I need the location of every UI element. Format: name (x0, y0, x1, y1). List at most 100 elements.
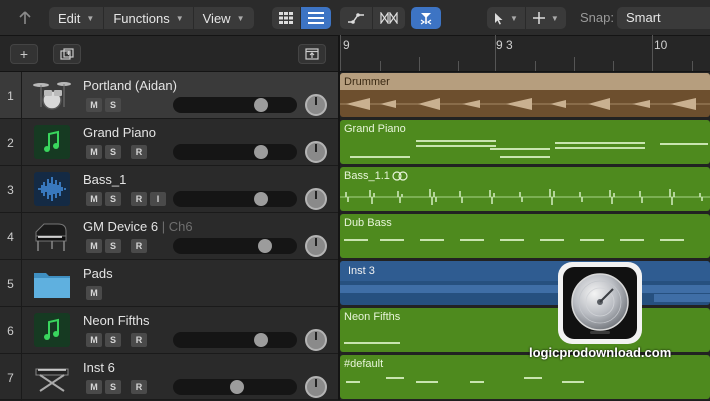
default-region[interactable]: #default (340, 355, 710, 399)
track-name[interactable]: GM Device 6 | Ch6 (83, 219, 193, 234)
fader-knob[interactable] (254, 192, 268, 206)
functions-menu-label: Functions (113, 10, 170, 26)
solo-button[interactable]: S (105, 239, 121, 253)
track-number: 1 (0, 72, 22, 119)
solo-button[interactable]: S (105, 333, 121, 347)
list-view-icon[interactable] (301, 7, 331, 29)
fader-knob[interactable] (258, 239, 272, 253)
functions-menu[interactable]: Functions ▼ (104, 7, 194, 29)
fader-knob[interactable] (254, 145, 268, 159)
solo-button[interactable]: S (105, 192, 121, 206)
record-button[interactable]: R (131, 239, 147, 253)
record-button[interactable]: R (131, 192, 147, 206)
track-row[interactable]: 7 Inst 6 M S R (0, 354, 338, 401)
region-name: Drummer (344, 76, 390, 88)
midi-note (470, 381, 484, 383)
volume-fader[interactable] (173, 332, 297, 348)
plus-icon[interactable]: + (10, 44, 38, 64)
ruler-label: 10 (654, 38, 668, 52)
track-row[interactable]: 3 Bass_1 M S R I (0, 166, 338, 213)
track-name[interactable]: Inst 6 (83, 360, 115, 375)
mute-button[interactable]: M (86, 286, 102, 300)
track-name[interactable]: Portland (Aidan) (83, 78, 177, 93)
fader-knob[interactable] (254, 98, 268, 112)
dub-bass-region[interactable]: Dub Bass (340, 214, 710, 258)
volume-fader[interactable] (173, 191, 297, 207)
automation-curve-icon[interactable] (340, 7, 373, 29)
track-name[interactable]: Bass_1 (83, 172, 126, 187)
track-row[interactable]: 1 Portland (Aidan) M S (0, 72, 338, 119)
region-name: Dub Bass (344, 217, 392, 229)
midi-note (350, 156, 410, 158)
mute-button[interactable]: M (86, 239, 102, 253)
ruler-tick (495, 35, 496, 71)
edit-menu[interactable]: Edit ▼ (49, 7, 105, 29)
track-lane: Bass_1.1 (340, 166, 710, 213)
flex-icon[interactable] (373, 7, 405, 29)
track-lane: Dub Bass (340, 213, 710, 260)
record-button[interactable]: R (131, 380, 147, 394)
snap-select[interactable]: Smart (617, 7, 710, 29)
track-name[interactable]: Pads (83, 266, 113, 281)
track-number: 2 (0, 119, 22, 166)
track-name-text: Inst 6 (83, 360, 115, 375)
collapse-icon[interactable] (298, 44, 326, 64)
mute-button[interactable]: M (86, 380, 102, 394)
pan-knob[interactable] (305, 235, 327, 257)
grid-view-icon[interactable] (272, 7, 301, 29)
track-row[interactable]: 4 GM Device 6 | Ch6 M S R (0, 213, 338, 260)
fader-knob[interactable] (230, 380, 244, 394)
volume-fader[interactable] (173, 97, 297, 113)
track-name-text: GM Device 6 (83, 219, 159, 234)
pan-knob[interactable] (305, 141, 327, 163)
track-row[interactable]: 2 Grand Piano M S R (0, 119, 338, 166)
inst3-region[interactable]: Inst 3 (340, 261, 710, 305)
grand-piano-region[interactable]: Grand Piano (340, 120, 710, 164)
midi-note (340, 285, 710, 293)
midi-note (346, 381, 360, 383)
track-number: 6 (0, 307, 22, 354)
mute-button[interactable]: M (86, 145, 102, 159)
catch-playhead-icon[interactable] (411, 7, 441, 29)
track-lane: Inst 3 (340, 260, 710, 307)
audio-waveform (340, 189, 710, 205)
track-row[interactable]: 5 Pads M (0, 260, 338, 307)
pan-knob[interactable] (305, 376, 327, 398)
midi-note (555, 142, 645, 144)
input-monitor-button[interactable]: I (150, 192, 166, 206)
solo-button[interactable]: S (105, 98, 121, 112)
track-number: 5 (0, 260, 22, 307)
solo-button[interactable]: S (105, 145, 121, 159)
track-name[interactable]: Neon Fifths (83, 313, 149, 328)
mute-button[interactable]: M (86, 98, 102, 112)
region-name: #default (344, 358, 384, 370)
mute-button[interactable]: M (86, 333, 102, 347)
track-name[interactable]: Grand Piano (83, 125, 156, 140)
tool-group: ▼ ▼ (487, 7, 566, 29)
pan-knob[interactable] (305, 188, 327, 210)
pan-knob[interactable] (305, 94, 327, 116)
mute-button[interactable]: M (86, 192, 102, 206)
chevron-down-icon: ▼ (510, 13, 518, 23)
timeline-ruler[interactable]: 9 9 3 10 (340, 35, 710, 72)
volume-fader[interactable] (173, 144, 297, 160)
track-row[interactable]: 6 Neon Fifths M S R (0, 307, 338, 354)
region-name: Inst 3 (348, 265, 375, 277)
pan-knob[interactable] (305, 329, 327, 351)
record-button[interactable]: R (131, 333, 147, 347)
fader-knob[interactable] (254, 333, 268, 347)
grand-piano-icon (32, 218, 72, 254)
drummer-region[interactable]: Drummer (340, 73, 710, 117)
pointer-tool-icon[interactable]: ▼ (487, 7, 526, 29)
up-arrow-icon[interactable] (12, 7, 38, 29)
solo-button[interactable]: S (105, 380, 121, 394)
crosshair-tool-icon[interactable]: ▼ (526, 7, 566, 29)
view-menu[interactable]: View ▼ (194, 7, 254, 29)
volume-fader[interactable] (173, 379, 297, 395)
volume-fader[interactable] (173, 238, 297, 254)
ruler-tick (340, 35, 341, 71)
bass-audio-region[interactable]: Bass_1.1 (340, 167, 710, 211)
record-button[interactable]: R (131, 145, 147, 159)
region-name: Grand Piano (344, 123, 406, 135)
duplicate-track-icon[interactable] (53, 44, 81, 64)
